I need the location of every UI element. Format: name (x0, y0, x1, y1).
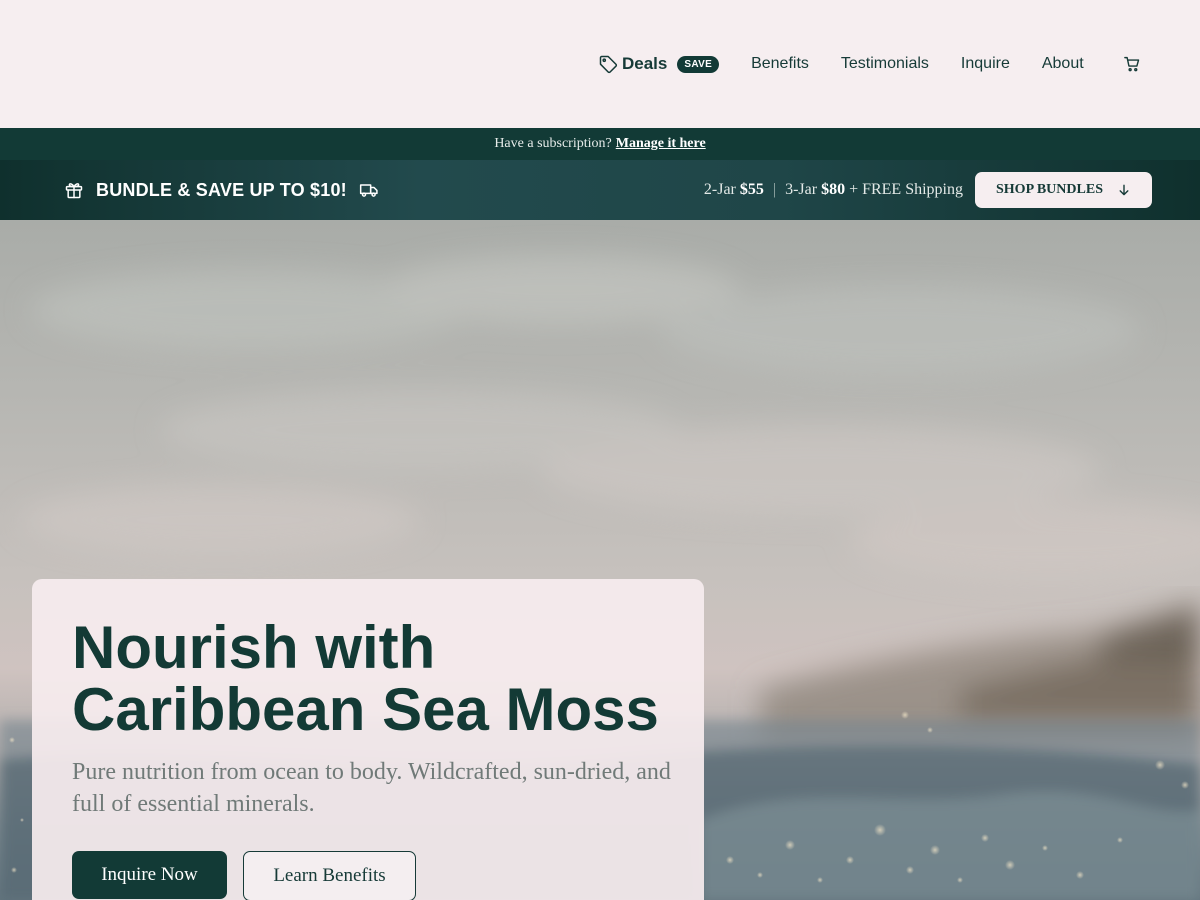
offer-separator: | (772, 181, 777, 198)
truck-icon (359, 180, 379, 200)
bundle-pricing: 2-Jar $55 | 3-Jar $80 + FREE Shipping (704, 160, 963, 220)
manage-subscription-link[interactable]: Manage it here (616, 136, 706, 152)
cart-button[interactable] (1122, 54, 1142, 74)
bundle-title: BUNDLE & SAVE UP TO $10! (96, 179, 347, 200)
hero-subtitle: Pure nutrition from ocean to body. Wildc… (72, 759, 671, 817)
nav-benefits-link[interactable]: Benefits (751, 55, 809, 73)
page: Deals SAVE Benefits Testimonials Inquire… (0, 0, 1200, 900)
main-nav: Deals SAVE Benefits Testimonials Inquire… (598, 52, 1084, 76)
tag-icon (598, 54, 618, 74)
nav-testimonials-link[interactable]: Testimonials (841, 55, 929, 73)
site-header: Deals SAVE Benefits Testimonials Inquire… (0, 0, 1200, 128)
shop-bundles-button[interactable]: SHOP BUNDLES (975, 172, 1152, 208)
nav-deals-link[interactable]: Deals SAVE (598, 54, 720, 74)
shop-bundles-label: SHOP BUNDLES (996, 182, 1103, 197)
hero-title-line-2: Caribbean Sea Moss (72, 676, 659, 743)
gift-icon (64, 180, 84, 200)
inquire-now-button[interactable]: Inquire Now (72, 851, 227, 899)
offer-2jar-label: 2-Jar (703, 181, 736, 198)
offer-3jar-price: $80 (821, 181, 846, 198)
hero-title: Nourish with Caribbean Sea Moss (72, 617, 692, 741)
nav-deals-label: Deals (622, 54, 668, 73)
hero-title-line-1: Nourish with (72, 614, 436, 681)
arrow-down-icon (1117, 183, 1131, 197)
subscription-text: Have a subscription? (494, 136, 612, 151)
learn-benefits-button[interactable]: Learn Benefits (243, 851, 416, 900)
cart-icon (1123, 55, 1141, 73)
free-shipping-text: + FREE Shipping (849, 181, 963, 198)
nav-about-link[interactable]: About (1042, 55, 1084, 73)
bundle-promo-headline: BUNDLE & SAVE UP TO $10! (64, 160, 379, 220)
offer-3jar-label: 3-Jar (785, 181, 818, 198)
nav-inquire-link[interactable]: Inquire (961, 55, 1010, 73)
offer-2jar-price: $55 (739, 181, 764, 198)
save-badge: SAVE (677, 55, 720, 73)
subscription-bar: Have a subscription? Manage it here (0, 128, 1200, 160)
